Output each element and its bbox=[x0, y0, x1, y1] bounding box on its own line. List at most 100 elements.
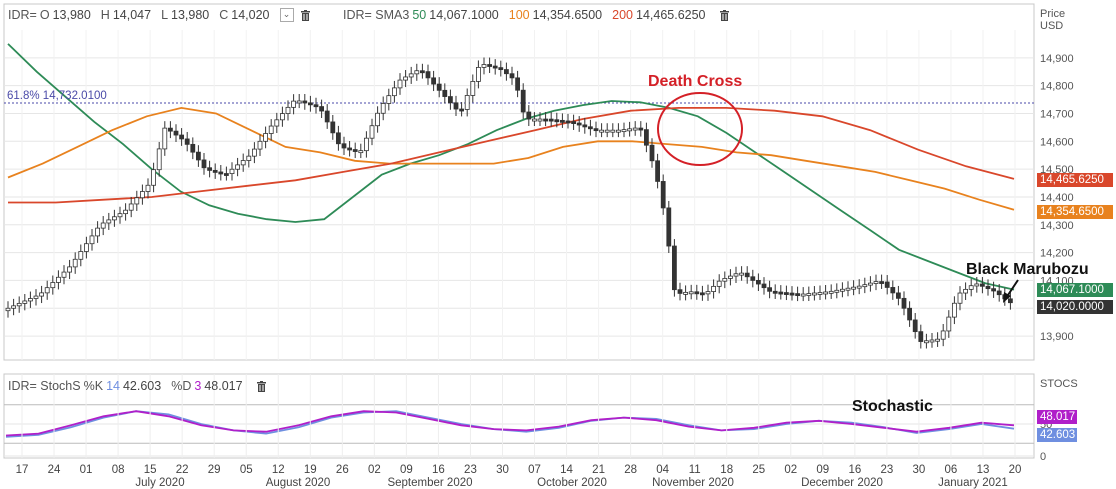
candle-body bbox=[560, 119, 565, 123]
candle-body bbox=[134, 197, 140, 205]
x-tick-label: 11 bbox=[689, 464, 701, 476]
high-value: 14,047 bbox=[112, 8, 152, 22]
candle-body bbox=[873, 281, 879, 284]
candle-body bbox=[694, 291, 700, 295]
candle-body bbox=[554, 119, 560, 123]
stoch-k-label: %K bbox=[83, 379, 104, 393]
candle-body bbox=[627, 128, 632, 132]
candle-body bbox=[403, 76, 409, 81]
candle-body bbox=[840, 288, 845, 292]
trash-icon[interactable] bbox=[719, 9, 729, 21]
candle-body bbox=[319, 106, 325, 112]
candle-body bbox=[666, 207, 672, 247]
x-tick-label: 30 bbox=[496, 464, 509, 476]
x-tick-label: 30 bbox=[913, 464, 926, 476]
candle-body bbox=[89, 235, 95, 245]
candle-body bbox=[1008, 298, 1013, 304]
candle-body bbox=[828, 290, 834, 294]
candle-body bbox=[996, 290, 1002, 296]
candle-body bbox=[655, 160, 660, 182]
trash-icon[interactable] bbox=[256, 380, 266, 392]
x-tick-label: 09 bbox=[400, 464, 413, 476]
candle-body bbox=[173, 130, 179, 136]
candle-body bbox=[492, 65, 498, 69]
candle-body bbox=[716, 280, 722, 287]
candle-body bbox=[952, 302, 957, 318]
price-tick-label: 14,700 bbox=[1040, 108, 1074, 120]
open-value: 13,980 bbox=[52, 8, 91, 22]
month-label: October 2020 bbox=[537, 477, 607, 489]
candle-body bbox=[475, 66, 481, 82]
candle-body bbox=[806, 293, 812, 296]
candle-body bbox=[985, 285, 991, 290]
sma200-tag: 14,465.6250 bbox=[1037, 173, 1113, 187]
candle-body bbox=[207, 167, 213, 171]
candle-body bbox=[935, 338, 940, 342]
month-label: August 2020 bbox=[266, 477, 331, 489]
candle-body bbox=[78, 251, 84, 260]
x-tick-label: 14 bbox=[560, 464, 573, 476]
price-tick-label: 13,900 bbox=[1040, 331, 1074, 343]
chevron-down-icon[interactable]: ⌄ bbox=[279, 8, 294, 22]
candle-body bbox=[67, 266, 72, 273]
candle-body bbox=[856, 285, 862, 289]
candle-body bbox=[397, 79, 403, 89]
x-tick-label: 17 bbox=[16, 464, 29, 476]
candle-body bbox=[756, 279, 761, 285]
x-tick-label: 24 bbox=[48, 464, 61, 476]
candle-body bbox=[571, 121, 576, 125]
month-label: July 2020 bbox=[135, 477, 184, 489]
sma50-value: 14,067.1000 bbox=[429, 8, 499, 22]
month-label: December 2020 bbox=[801, 477, 883, 489]
trash-icon[interactable] bbox=[300, 9, 310, 21]
candle-body bbox=[447, 96, 453, 104]
candle-body bbox=[459, 108, 465, 112]
candle-body bbox=[324, 110, 330, 123]
candle-body bbox=[851, 286, 856, 290]
stoch-tick-label: 0 bbox=[1040, 451, 1046, 463]
candle-body bbox=[711, 285, 716, 292]
month-label: January 2021 bbox=[938, 477, 1008, 489]
sma200-label: 200 bbox=[612, 8, 633, 22]
candle-body bbox=[380, 103, 386, 114]
low-value: 13,980 bbox=[171, 8, 210, 22]
candle-body bbox=[823, 291, 828, 295]
candle-body bbox=[33, 295, 39, 299]
candle-body bbox=[610, 129, 616, 133]
candle-body bbox=[767, 287, 772, 292]
candle-body bbox=[246, 155, 252, 161]
candle-body bbox=[162, 127, 168, 150]
candle-body bbox=[464, 95, 470, 110]
candle-body bbox=[95, 227, 100, 237]
candle-body bbox=[660, 181, 666, 209]
candle-body bbox=[991, 288, 996, 292]
candle-body bbox=[537, 118, 543, 122]
candle-body bbox=[509, 73, 515, 79]
x-tick-label: 26 bbox=[336, 464, 349, 476]
candle-body bbox=[375, 112, 381, 127]
candle-body bbox=[576, 122, 582, 126]
candle-body bbox=[974, 283, 980, 287]
candle-body bbox=[778, 291, 784, 295]
candle-body bbox=[5, 307, 11, 312]
candle-body bbox=[834, 289, 840, 293]
candle-body bbox=[728, 275, 733, 279]
candle-body bbox=[862, 284, 868, 288]
candle-body bbox=[44, 287, 50, 294]
candle-body bbox=[391, 87, 397, 97]
x-tick-label: 28 bbox=[624, 464, 637, 476]
chart-canvas: 13,90014,00014,10014,20014,30014,40014,5… bbox=[3, 3, 1074, 489]
candle-body bbox=[352, 149, 358, 152]
x-tick-label: 01 bbox=[80, 464, 93, 476]
candle-body bbox=[604, 129, 610, 133]
candle-body bbox=[750, 276, 756, 281]
candle-body bbox=[425, 71, 431, 79]
price-tick-label: 14,400 bbox=[1040, 192, 1074, 204]
close-value: 14,020 bbox=[231, 8, 270, 22]
candle-body bbox=[128, 203, 134, 211]
candle-body bbox=[268, 125, 274, 134]
candle-body bbox=[498, 67, 504, 71]
candle-body bbox=[744, 272, 750, 278]
stoch-k-value: 42.603 bbox=[122, 379, 162, 393]
x-tick-label: 04 bbox=[656, 464, 669, 476]
